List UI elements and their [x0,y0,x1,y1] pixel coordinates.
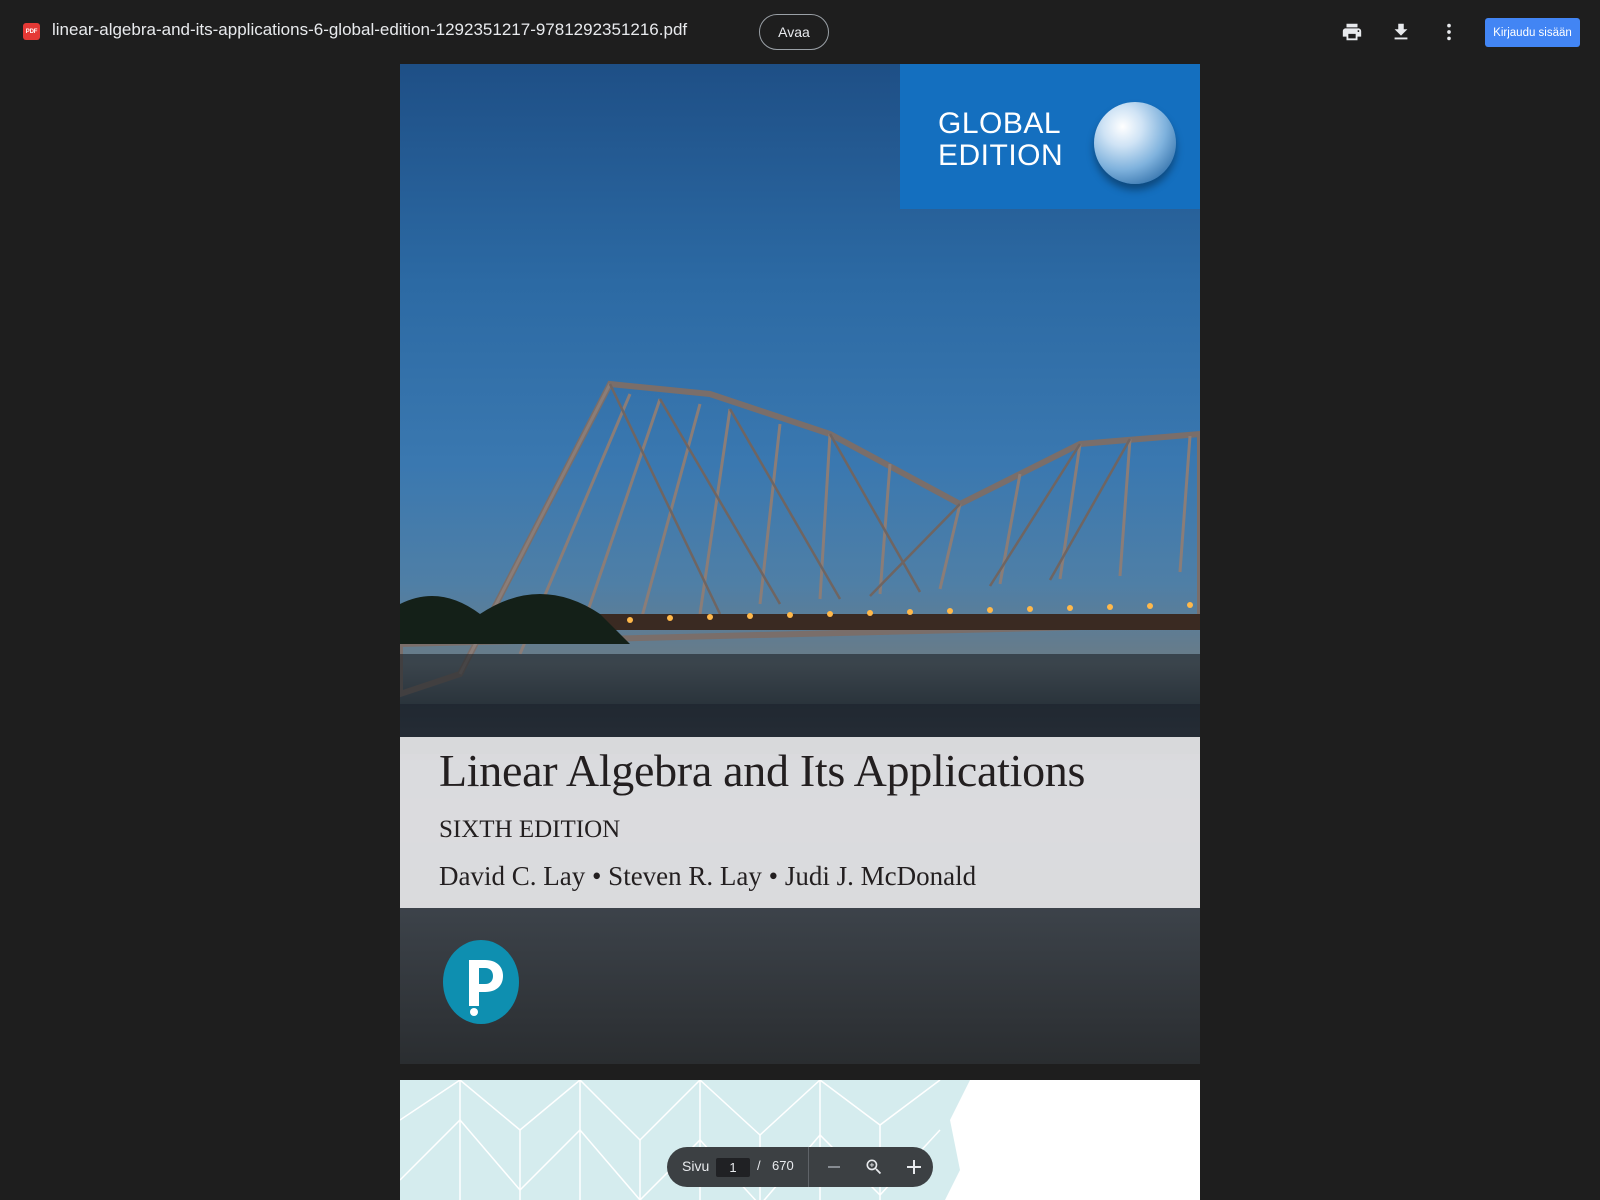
more-vert-icon[interactable] [1433,16,1465,48]
minus-icon[interactable] [820,1153,848,1181]
page-navigation-toolbar: Sivu / 670 [667,1147,933,1187]
open-button[interactable]: Avaa [759,14,829,50]
file-name: linear-algebra-and-its-applications-6-gl… [52,20,688,39]
global-edition-line-1: GLOBAL [938,107,1062,140]
book-authors: David C. Lay • Steven R. Lay • Judi J. M… [439,861,977,891]
book-edition: SIXTH EDITION [439,816,621,843]
pager-divider [808,1147,809,1187]
zoom-in-icon[interactable] [860,1153,888,1181]
page-total: 670 [772,1158,794,1173]
global-edition-line-2: EDITION [938,139,1064,172]
signin-button[interactable]: Kirjaudu sisään [1485,18,1580,47]
page-separator: / [757,1158,761,1173]
pdf-page-1: GLOBAL EDITION Linear Algebra and Its Ap… [400,64,1200,1064]
book-title: Linear Algebra and Its Applications [439,745,1086,796]
pearson-logo [443,940,519,1024]
plus-icon[interactable] [900,1153,928,1181]
print-icon[interactable] [1336,16,1368,48]
download-icon[interactable] [1385,16,1417,48]
viewer-header: PDF linear-algebra-and-its-applications-… [0,0,1600,64]
global-edition-label: GLOBAL EDITION [938,108,1063,172]
bridge-illustration [400,380,1200,754]
pdf-file-icon: PDF [23,23,40,40]
page-label: Sivu [682,1158,710,1174]
globe-icon [1094,102,1176,184]
page-number-input[interactable] [716,1158,750,1177]
